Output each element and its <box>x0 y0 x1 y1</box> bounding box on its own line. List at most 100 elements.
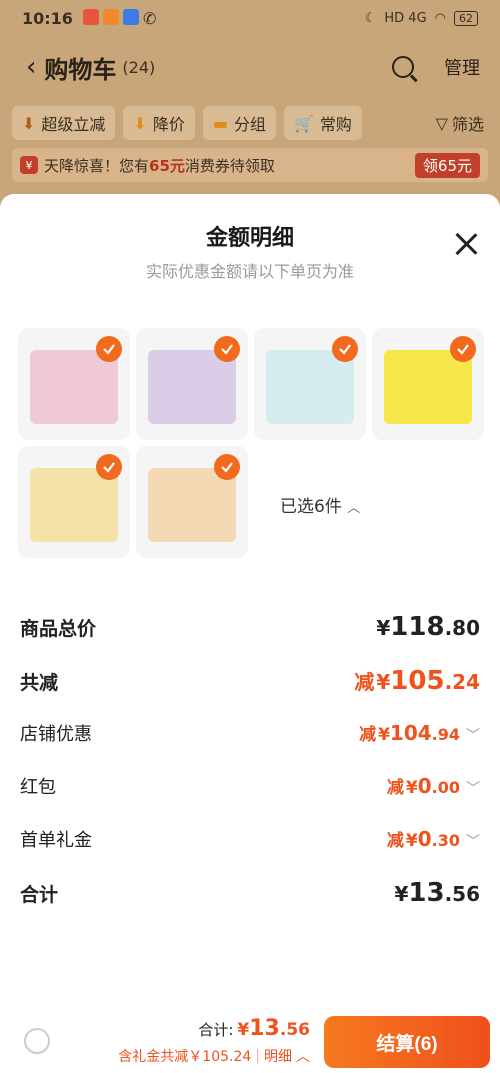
cart-icon: 🛒 <box>293 113 314 133</box>
amount-detail-sheet: 金额明细 实际优惠金额请以下单页为准 已选6件 ︿ 商品总价 ¥ 118 .80… <box>0 194 500 1073</box>
total-label: 合计: <box>198 1021 234 1039</box>
folder-icon: ▬ <box>212 113 228 133</box>
down-arrow-icon: ⬇ <box>22 113 36 133</box>
currency-symbol: ¥ <box>237 1020 250 1040</box>
amount-integer: 118 <box>390 612 445 642</box>
check-icon[interactable] <box>96 336 122 362</box>
filter-chip-super-discount[interactable]: ⬇ 超级立减 <box>12 106 116 140</box>
amount-decimal: .80 <box>444 616 480 640</box>
filter-label: 筛选 <box>451 115 484 134</box>
chevron-down-icon: ﹀ <box>466 781 480 797</box>
app-notification-icon <box>82 8 99 25</box>
summary-row-total-discount: 共减 减 ¥ 105 .24 <box>20 666 480 696</box>
summary-label: 合计 <box>20 884 59 906</box>
product-card[interactable] <box>136 446 248 558</box>
checkout-bar: 合计: ¥13.56 含礼金共减￥105.24 | 明细 ︿ 结算(6) <box>0 1004 500 1073</box>
currency-symbol: ¥ <box>376 616 391 640</box>
summary-label: 商品总价 <box>20 618 97 640</box>
amount-integer: 0 <box>417 774 432 798</box>
check-icon[interactable] <box>450 336 476 362</box>
filter-label: 超级立减 <box>41 115 106 134</box>
total-amount: ¥13.56 <box>237 1016 310 1041</box>
manage-button[interactable]: 管理 <box>444 54 480 80</box>
discount-prefix: 减 <box>354 670 375 694</box>
search-icon[interactable] <box>392 56 414 78</box>
product-card[interactable] <box>136 328 248 440</box>
close-icon[interactable] <box>454 232 478 256</box>
detail-link[interactable]: 明细 <box>264 1046 292 1066</box>
summary-label: 首单礼金 <box>20 830 92 851</box>
app-notification-icon <box>122 8 139 25</box>
product-card[interactable] <box>18 446 130 558</box>
cart-count: (24) <box>122 57 156 77</box>
coupon-banner: ¥ 天降惊喜！您有 65元 消费券待领取 领65元 <box>12 148 488 182</box>
summary-row-shop-discount[interactable]: 店铺优惠 减 ¥ 104 .94 ﹀ <box>20 720 480 746</box>
currency-symbol: ¥ <box>376 670 391 694</box>
back-icon[interactable]: ‹ <box>26 52 36 82</box>
currency-symbol: ¥ <box>405 831 418 851</box>
total-line: 合计: ¥13.56 <box>198 1016 310 1041</box>
summary-row-grand-total: 合计 ¥ 13 .56 <box>20 878 480 908</box>
check-icon[interactable] <box>96 454 122 480</box>
funnel-icon: ▽ <box>435 113 448 133</box>
chevron-down-icon: ﹀ <box>466 728 480 744</box>
amount-decimal: .00 <box>431 778 460 797</box>
cart-header: ‹ 购物车 (24) 管理 <box>0 36 500 98</box>
sheet-subtitle: 实际优惠金额请以下单页为准 <box>145 262 354 281</box>
summary-value: ¥ 118 .80 <box>376 612 480 642</box>
amount-decimal: .24 <box>444 670 480 694</box>
amount-integer: 0 <box>417 827 432 851</box>
notification-icons: ✆ <box>82 8 157 28</box>
gift-discount-line[interactable]: 含礼金共减￥105.24 | 明细 ︿ <box>118 1046 310 1066</box>
amount-integer: 13 <box>249 1016 280 1041</box>
phone-icon: ✆ <box>142 8 157 28</box>
filter-row: ⬇ 超级立减 ⬇ 降价 ▬ 分组 🛒 常购 ▽ 筛选 <box>0 98 500 140</box>
discount-prefix: 减 <box>386 778 404 798</box>
summary-row-first-order-gift[interactable]: 首单礼金 减 ¥ 0 .30 ﹀ <box>20 826 480 852</box>
summary-value: 减 ¥ 104 .94 ﹀ <box>359 720 480 745</box>
amount-decimal: .30 <box>431 831 460 850</box>
page-title: 购物车 <box>44 55 117 84</box>
gift-discount-text: 含礼金共减￥105.24 <box>118 1049 252 1065</box>
summary-row-red-packet[interactable]: 红包 减 ¥ 0 .00 ﹀ <box>20 773 480 799</box>
currency-symbol: ¥ <box>394 882 409 906</box>
sheet-title: 金额明细 <box>205 226 294 251</box>
selected-count-label: 已选6件 <box>280 497 342 517</box>
filter-label: 降价 <box>152 115 185 134</box>
down-arrow-icon: ⬇ <box>133 113 147 133</box>
wifi-icon: ◠ <box>434 10 446 26</box>
filter-chip-frequent[interactable]: 🛒 常购 <box>283 106 362 140</box>
coupon-text-pre: 天降惊喜！您有 <box>44 156 150 175</box>
check-icon[interactable] <box>332 336 358 362</box>
amount-integer: 13 <box>408 878 445 908</box>
filter-chip-price-drop[interactable]: ⬇ 降价 <box>123 106 195 140</box>
discount-prefix: 减 <box>359 725 377 745</box>
currency-symbol: ¥ <box>378 725 390 745</box>
product-card[interactable] <box>254 328 366 440</box>
chevron-down-icon: ﹀ <box>466 834 480 850</box>
filter-chip-group[interactable]: ▬ 分组 <box>202 106 276 140</box>
summary-label: 店铺优惠 <box>20 724 92 745</box>
filter-button[interactable]: ▽ 筛选 <box>436 106 488 140</box>
chevron-up-icon: ︿ <box>347 501 361 516</box>
select-all-radio[interactable] <box>24 1028 50 1054</box>
summary-value: 减 ¥ 0 .00 ﹀ <box>387 773 480 798</box>
chevron-up-icon: ︿ <box>296 1049 310 1065</box>
yen-icon: ¥ <box>20 156 38 174</box>
check-icon[interactable] <box>214 454 240 480</box>
claim-coupon-button[interactable]: 领65元 <box>414 152 480 178</box>
check-icon[interactable] <box>214 336 240 362</box>
status-bar: 10:16 ✆ ☾ HD 4G ◠ 62 <box>0 0 500 36</box>
amount-decimal: .94 <box>431 725 460 744</box>
coupon-text-post: 消费券待领取 <box>184 156 275 175</box>
status-time: 10:16 <box>22 8 73 28</box>
summary-label: 共减 <box>20 672 59 694</box>
product-card[interactable] <box>18 328 130 440</box>
summary-label: 红包 <box>20 777 56 798</box>
summary-row-total-price: 商品总价 ¥ 118 .80 <box>20 612 480 642</box>
amount-integer: 104 <box>389 721 432 745</box>
summary-value: ¥ 13 .56 <box>394 878 480 908</box>
product-card[interactable] <box>372 328 484 440</box>
checkout-button[interactable]: 结算(6) <box>324 1016 490 1068</box>
selected-count-toggle[interactable]: 已选6件 ︿ <box>280 492 360 517</box>
